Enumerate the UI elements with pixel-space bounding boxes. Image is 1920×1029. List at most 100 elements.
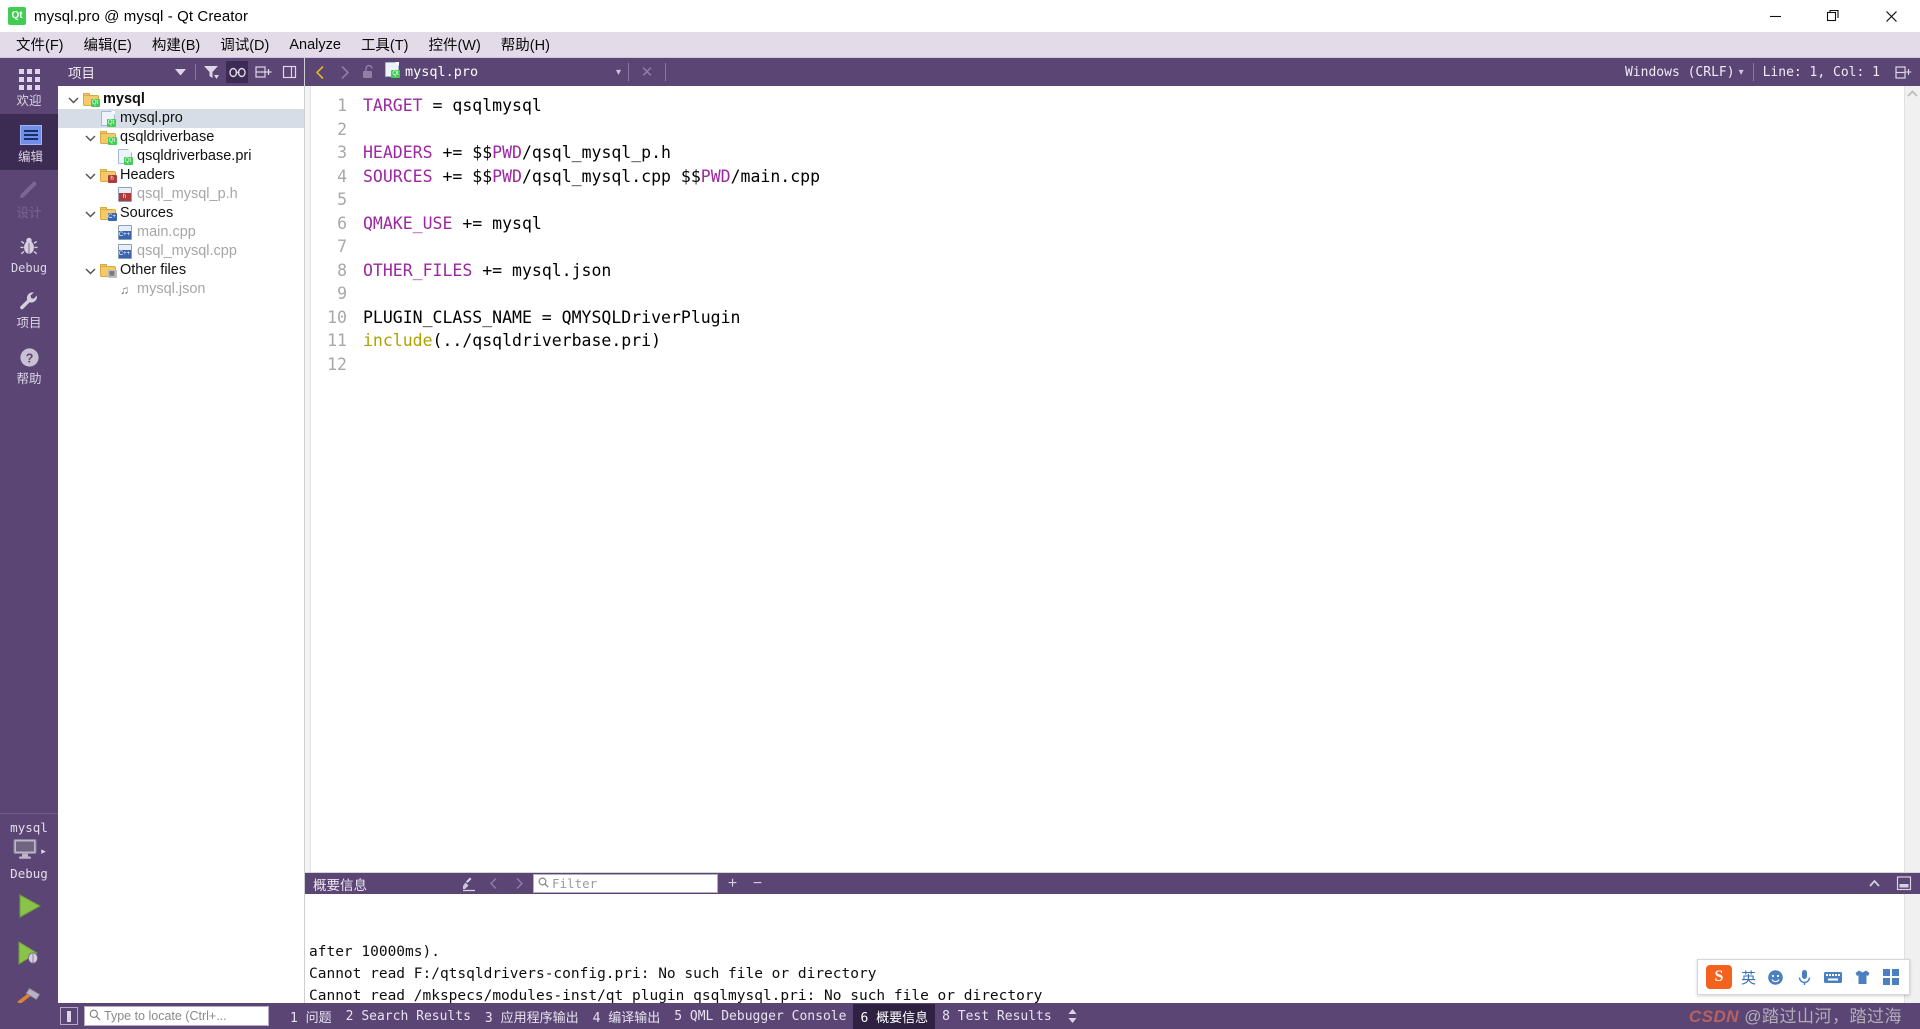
tree-item-mysql-json[interactable]: ♫ mysql.json — [58, 280, 304, 299]
output-pane-title: 概要信息 — [313, 877, 367, 893]
chevron-down-icon[interactable] — [81, 134, 99, 142]
output-tab-1[interactable]: 1 问题 — [283, 1004, 339, 1029]
kit-expand-arrow[interactable]: ▸ — [41, 846, 46, 857]
zoom-out-button[interactable]: − — [747, 873, 768, 894]
output-tab-label: Test Results — [957, 1008, 1052, 1024]
output-tab-6[interactable]: 6 概要信息 — [853, 1003, 936, 1029]
ime-apps-icon[interactable] — [1881, 967, 1901, 987]
chevron-right-icon[interactable] — [333, 61, 355, 83]
menu-tools[interactable]: 工具(T) — [351, 31, 419, 58]
unlocked-padlock-icon[interactable] — [357, 61, 379, 83]
ime-logo-icon[interactable]: S — [1705, 965, 1732, 989]
output-tab-3[interactable]: 3 应用程序输出 — [478, 1004, 586, 1029]
tree-item-qsql-mysql-cpp[interactable]: C++ qsql_mysql.cpp — [58, 242, 304, 261]
code-token: += mysql.json — [472, 260, 612, 280]
chevron-left-icon[interactable] — [483, 873, 504, 894]
output-tab-5[interactable]: 5 QML Debugger Console — [667, 1006, 853, 1027]
close-document-button[interactable]: ✕ — [636, 61, 658, 83]
output-tab-8[interactable]: 8 Test Results — [935, 1006, 1059, 1027]
search-input[interactable]: Type to locate (Ctrl+... — [84, 1006, 269, 1026]
mode-help[interactable]: ? 帮助 — [0, 336, 58, 392]
zoom-in-button[interactable]: + — [722, 873, 743, 894]
output-tab-4[interactable]: 4 编译输出 — [586, 1004, 668, 1029]
broom-icon[interactable] — [458, 873, 479, 894]
ime-language-mode[interactable]: 英 — [1741, 967, 1756, 988]
code-line: TARGET = qsqlmysql — [363, 94, 1904, 118]
menu-file[interactable]: 文件(F) — [6, 31, 74, 58]
close-pane-icon[interactable] — [278, 61, 300, 83]
ime-keyboard-icon[interactable] — [1823, 967, 1843, 987]
mode-debug[interactable]: Debug — [0, 225, 58, 280]
tree-item-qsql-mysql-p-h[interactable]: h qsql_mysql_p.h — [58, 185, 304, 204]
menu-analyze[interactable]: Analyze — [279, 34, 351, 56]
mode-design[interactable]: 设计 — [0, 170, 58, 226]
split-editor-icon[interactable] — [1892, 61, 1914, 83]
menu-help[interactable]: 帮助(H) — [491, 31, 560, 58]
output-tab-2[interactable]: 2 Search Results — [339, 1006, 478, 1027]
cursor-position-label[interactable]: Line: 1, Col: 1 — [1763, 65, 1880, 80]
sogou-ime-toolbar[interactable]: S 英 — [1696, 959, 1910, 995]
toggle-sidebar-icon[interactable] — [60, 1007, 78, 1025]
editor-vertical-scrollbar[interactable] — [1904, 86, 1920, 872]
chevron-down-icon[interactable] — [81, 210, 99, 218]
split-plus-icon[interactable] — [252, 61, 274, 83]
minimize-pane-icon[interactable] — [1893, 873, 1914, 894]
code-editor[interactable]: 1 2 3 4 5 6 7 8 9 10 11 12 TARGET = qsqlmysql HEADE… — [305, 86, 1920, 872]
output-filter-placeholder: Filter — [552, 876, 598, 891]
tree-item-headers[interactable]: h Headers — [58, 166, 304, 185]
menu-debug[interactable]: 调试(D) — [210, 31, 279, 58]
filter-icon[interactable] — [200, 61, 222, 83]
maximize-button[interactable] — [1804, 0, 1862, 32]
menu-bar: 文件(F) 编辑(E) 构建(B) 调试(D) Analyze 工具(T) 控件… — [0, 32, 1920, 58]
output-tab-number: 5 — [674, 1008, 683, 1024]
output-tab-label: 问题 — [305, 1010, 332, 1026]
chevron-down-icon[interactable] — [81, 267, 99, 275]
chevron-down-icon[interactable]: ▾ — [616, 67, 621, 78]
tree-item-main-cpp[interactable]: C++ main.cpp — [58, 223, 304, 242]
code-token: += $$ — [432, 166, 493, 186]
close-button[interactable] — [1862, 0, 1920, 32]
mode-edit[interactable]: 编辑 — [0, 113, 58, 170]
up-down-arrows-icon[interactable] — [1067, 1008, 1078, 1024]
divider — [628, 63, 629, 81]
project-tree[interactable]: Qt mysql Qt mysql.pro Qt qsqldriverbase Qt qsql… — [58, 86, 304, 1029]
tree-item-mysql-pro[interactable]: Qt mysql.pro — [58, 109, 304, 128]
tree-item-qsqldriverbase[interactable]: Qt qsqldriverbase — [58, 128, 304, 147]
title-bar: Qt mysql.pro @ mysql - Qt Creator — [0, 0, 1920, 32]
chevron-down-icon[interactable]: ▾ — [1739, 67, 1744, 78]
chevron-up-icon[interactable] — [1864, 873, 1885, 894]
tree-item-sources[interactable]: C+ Sources — [58, 204, 304, 223]
line-number: 3 — [337, 143, 347, 162]
output-pane-toolbar: 概要信息 Filter + − — [305, 873, 1920, 894]
output-filter-input[interactable]: Filter — [533, 874, 718, 893]
divider — [1752, 63, 1754, 81]
ime-microphone-icon[interactable] — [1794, 967, 1814, 987]
mode-welcome[interactable]: 欢迎 — [0, 58, 58, 114]
debug-button[interactable] — [0, 930, 58, 977]
code-text-area[interactable]: TARGET = qsqlmysql HEADERS += $$PWD/qsql… — [353, 86, 1904, 872]
output-tab-label: QML Debugger Console — [689, 1008, 847, 1024]
run-button[interactable] — [0, 883, 58, 930]
code-token: PWD — [700, 166, 731, 186]
menu-build[interactable]: 构建(B) — [142, 31, 210, 58]
line-ending-label[interactable]: Windows (CRLF) — [1625, 65, 1735, 80]
tree-item-mysql[interactable]: Qt mysql — [58, 90, 304, 109]
ime-skin-icon[interactable] — [1852, 967, 1872, 987]
chevron-down-icon[interactable] — [169, 61, 191, 83]
tree-item-qsqldriverbase-pri[interactable]: Qt qsqldriverbase.pri — [58, 147, 304, 166]
chevron-left-icon[interactable] — [309, 61, 331, 83]
link-icon[interactable] — [226, 61, 248, 83]
mode-projects[interactable]: 项目 — [0, 280, 58, 336]
menu-edit[interactable]: 编辑(E) — [74, 31, 142, 58]
kit-selector[interactable]: mysql ▸ Debug — [0, 813, 58, 883]
svg-text:?: ? — [25, 351, 33, 365]
minimize-button[interactable] — [1746, 0, 1804, 32]
tree-item-other-files[interactable]: ▦ Other files — [58, 261, 304, 280]
ime-smiley-icon[interactable] — [1765, 967, 1785, 987]
chevron-down-icon[interactable] — [64, 96, 82, 104]
chevron-down-icon[interactable] — [81, 172, 99, 180]
chevron-right-icon[interactable] — [508, 873, 529, 894]
open-document-combo[interactable]: Qt mysql.pro ▾ — [381, 61, 621, 83]
menu-window[interactable]: 控件(W) — [418, 31, 490, 58]
